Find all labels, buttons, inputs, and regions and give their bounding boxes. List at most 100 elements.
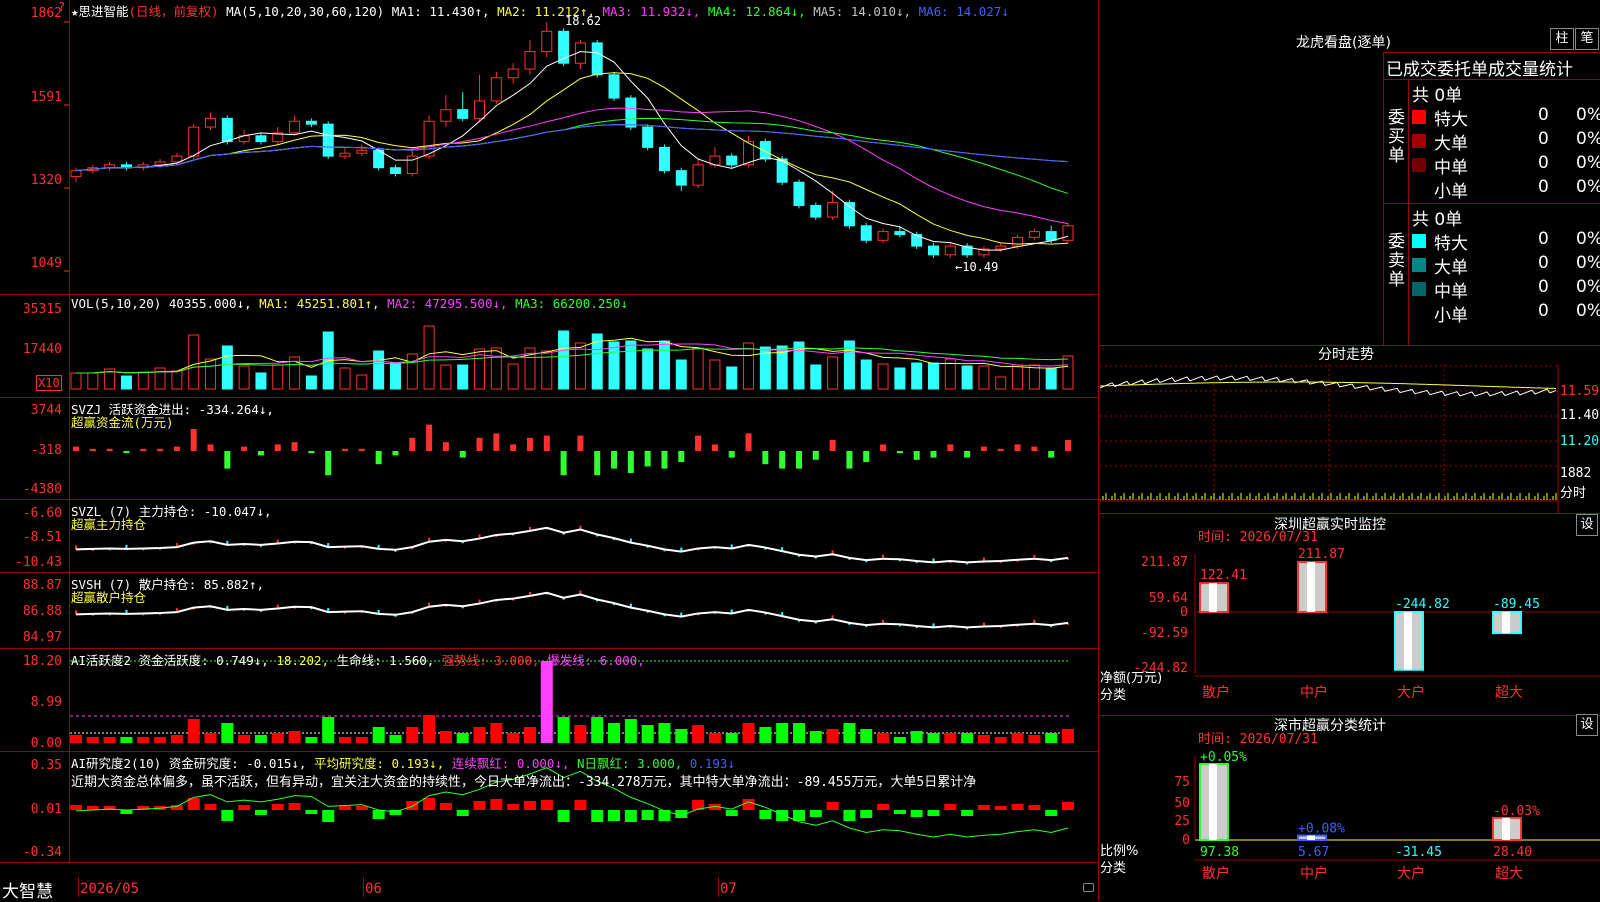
sz-cat-label: 分类 [1100,688,1127,703]
candle-body [541,30,553,53]
flow-bar [779,451,786,469]
volume-bar [440,364,452,390]
flow-bar [257,451,264,456]
bar-mode-button[interactable]: 柱 [1550,28,1574,50]
svzl-panel[interactable]: SVZL (7) 主力持仓: -10.047↓, 超赢主力持仓 -6.60 -8… [0,500,1098,573]
ma-line [75,72,1069,245]
ai-active-panel[interactable]: AI活跃度2 资金活跃度: 0.749↓, 18.202, 生命线: 1.560… [0,649,1098,752]
order-color-swatch [1412,282,1426,296]
ma-line [75,51,1069,251]
volume-bar [490,347,502,390]
lock-icon[interactable] [1083,883,1094,892]
volume-bar [961,365,973,390]
order-pct: 0% [1576,301,1600,321]
research-bar [893,810,906,814]
volume-bar [70,372,82,390]
stat-bar-highlight [1502,817,1510,840]
ai-active-v2: 18.202, [276,653,330,668]
stat-bottom-value: -31.45 [1395,845,1442,860]
tick-mode-button[interactable]: 笔 [1575,28,1599,50]
research-bar [439,803,452,810]
order-row: 大单 0 0% [1412,253,1600,278]
order-color-swatch [1412,110,1426,124]
candle-body [474,100,486,119]
ai-research-y-label: 0.01 [30,802,62,817]
volume-bar [574,342,586,390]
research-bar [1062,802,1074,810]
research-bar [1028,805,1041,810]
order-count: 0 [1538,301,1549,321]
research-bar [254,810,267,815]
intraday-panel[interactable]: 分时走势 11.59 11.40 11.20 1882 分时 [1100,345,1600,514]
candle-body [827,202,839,218]
sz-bar-highlight [1404,612,1412,670]
svsh-sub: 超赢散户持仓 [71,590,147,605]
research-bar [271,804,284,810]
ai-research-panel[interactable]: AI研究度2(10) 资金研究度: -0.015↓, 平均研究度: 0.193↓… [0,752,1098,863]
x-tick [718,877,719,897]
ai-active-y-label: 0.00 [30,736,62,751]
ai-research-cont: 连续飘红: 0.000↓, [451,756,570,771]
panel-divider [1098,0,1099,900]
stat-bottom-value: 97.38 [1200,845,1239,860]
research-bar [120,810,133,814]
flow-bar [140,448,147,451]
volume-bar [356,374,368,390]
flow-bar [577,435,584,451]
svzj-sub: 超赢资金流(万元) [71,415,174,430]
buy-orders-label: 委买单 [1388,108,1405,166]
flow-bar [106,448,113,451]
ai-research-value: AI研究度2(10) 资金研究度: -0.015↓, [71,756,307,771]
order-row: 小单 0 0% [1412,177,1600,202]
svsh-y-label: 88.87 [22,578,62,593]
flow-bar [728,451,735,458]
brand-logo: 大智慧 [2,882,53,902]
help-icon[interactable]: ? [58,0,65,14]
flow-bar [442,442,449,451]
activity-bar [389,735,402,743]
flow-bar [224,451,231,469]
sz-net-bar-chart: 211.87 59.640 -92.59 -244.82 122.41 散户 211.87 中… [1133,547,1600,701]
activity-bar [423,715,436,743]
research-bar [927,810,940,816]
flow-bar [812,451,819,460]
activity-bar [254,735,267,743]
flow-bar [695,435,702,451]
vol-ma1: MA1: 45251.801↑, [259,296,380,311]
research-bar [170,805,183,810]
activity-bar [456,733,469,743]
candle-body [793,181,805,206]
ai-research-y-label: 0.35 [30,758,62,773]
volume-panel[interactable]: VOL(5,10,20) 40355.000↓, MA1: 45251.801↑… [0,295,1098,398]
svzj-panel[interactable]: SVZJ 活跃资金进出: -334.264↓, 超赢资金流(万元) 3744 -… [0,398,1098,500]
flow-bar [476,437,483,451]
activity-bar [977,735,990,743]
volume-bar [995,376,1007,390]
order-type-label: 特大 [1434,110,1468,130]
candle-body [457,109,469,119]
price-panel[interactable]: ★思进智能(日线，前复权) MA(5,10,20,30,60,120) MA1:… [0,0,1098,295]
svzl-y-label: -10.43 [15,555,62,570]
sz-cat: 大户 [1397,684,1425,701]
research-bar [624,810,637,822]
svzl-sub: 超赢主力持仓 [71,517,147,532]
ai-research-comment: 近期大资金总体偏多，虽不活跃，但有异动，宜关注大资金的持续性，今日大单净流出：-… [71,775,977,790]
activity-bar [288,731,301,743]
volume-bar [255,372,267,390]
svsh-panel[interactable]: SVSH (7) 散户持仓: 85.882↑, 超赢散户持仓 88.87 86.… [0,573,1098,649]
activity-bar [574,725,587,743]
research-bar [288,803,301,810]
ai-active-header: AI活跃度2 资金活跃度: 0.749↓, 18.202, 生命线: 1.560… [71,650,645,669]
order-pct: 0% [1576,129,1600,149]
activity-bar [103,737,116,743]
stock-name[interactable]: ★思进智能 [71,4,129,19]
buy-total: 共 0单 [1412,86,1463,106]
volume-bar [608,341,620,390]
flow-bar [1031,446,1038,451]
activity-bar [557,717,570,743]
sz-cat: 超大 [1495,685,1523,701]
volume-bar [927,362,939,390]
candle-body [625,97,637,128]
volume-bar [171,370,183,390]
candle-body [995,245,1007,250]
